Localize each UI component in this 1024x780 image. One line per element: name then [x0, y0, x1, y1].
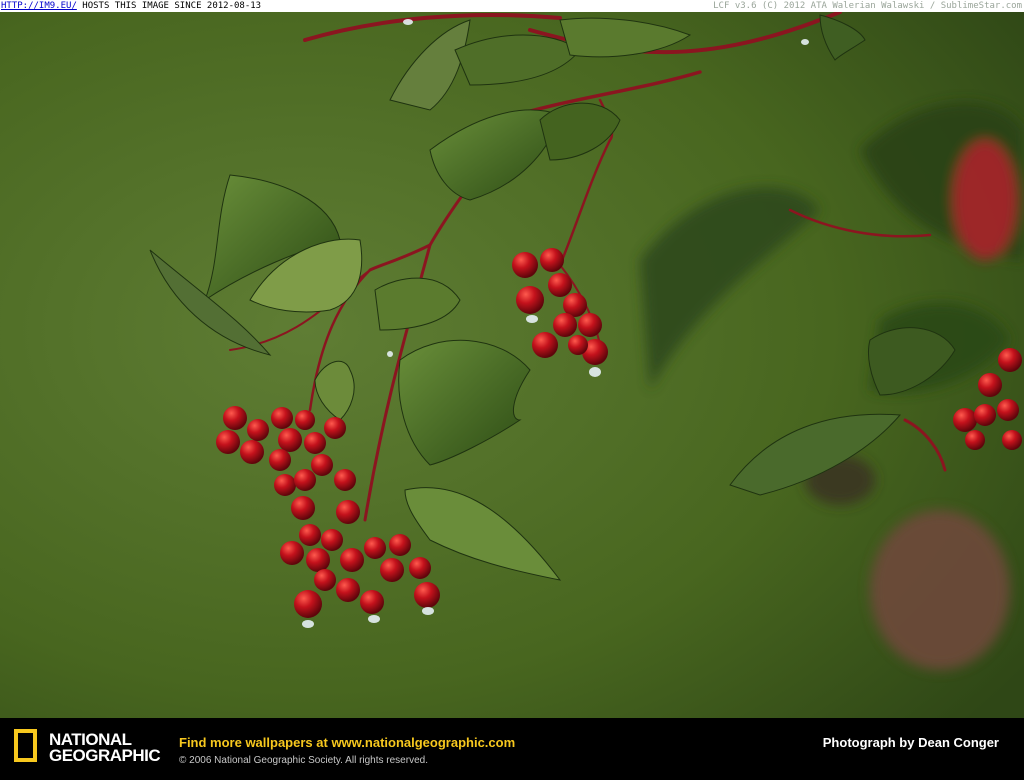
footer-bar: NATIONAL GEOGRAPHIC Find more wallpapers… — [0, 718, 1024, 780]
photographer-credit: Photograph by Dean Conger — [822, 735, 999, 750]
yellow-border-icon — [14, 729, 37, 762]
promo-text: Find more wallpapers at www.nationalgeog… — [179, 735, 515, 750]
copyright-text: © 2006 National Geographic Society. All … — [179, 755, 428, 766]
watermark-credit: LCF v3.6 (C) 2012 ATA Walerian Walawski … — [713, 1, 1022, 11]
promo-prefix: Find more wallpapers at — [179, 735, 332, 750]
promo-link[interactable]: www.nationalgeographic.com — [331, 735, 515, 750]
logo-line2: GEOGRAPHIC — [49, 746, 161, 765]
logo-text: NATIONAL GEOGRAPHIC — [49, 731, 161, 765]
photograph — [0, 12, 1024, 718]
watermark-link[interactable]: HTTP://IM9.EU/ — [1, 1, 77, 11]
watermark-bar: HTTP://IM9.EU/ HOSTS THIS IMAGE SINCE 20… — [0, 0, 1024, 12]
watermark-hosts-text: HOSTS THIS IMAGE SINCE 2012-08-13 — [76, 1, 262, 11]
